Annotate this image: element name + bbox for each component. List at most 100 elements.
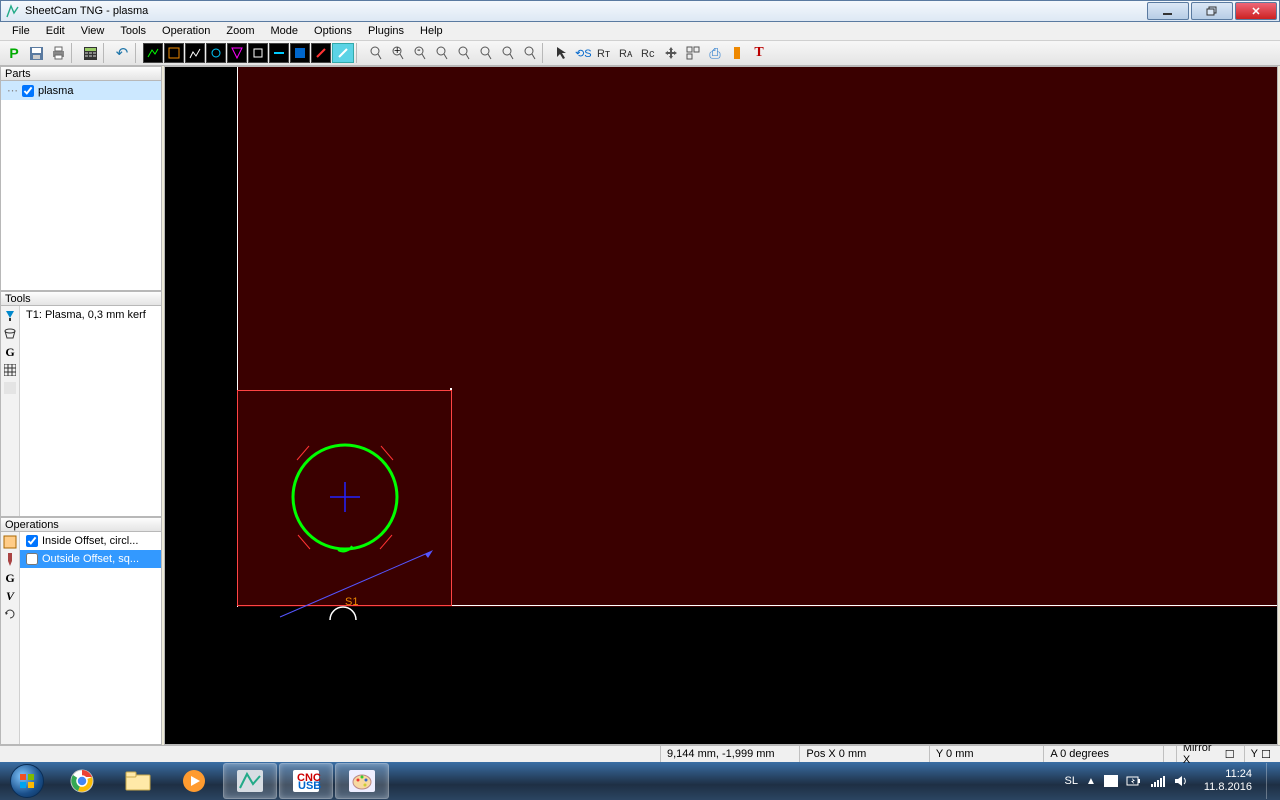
- status-mirrory[interactable]: Y☐: [1244, 746, 1280, 762]
- title-bar: SheetCam TNG - plasma ✕: [0, 0, 1280, 22]
- tool-button[interactable]: [726, 43, 748, 63]
- parts-panel: ⋯ plasma: [0, 81, 162, 291]
- select-pointer-button[interactable]: [550, 43, 572, 63]
- svg-text:Rc: Rc: [641, 48, 655, 60]
- task-explorer[interactable]: [111, 763, 165, 799]
- task-paint[interactable]: [335, 763, 389, 799]
- menu-edit[interactable]: Edit: [38, 23, 73, 39]
- view-mode-2-button[interactable]: [164, 43, 184, 63]
- view-mode-6-button[interactable]: [248, 43, 268, 63]
- view-mode-9-button[interactable]: [311, 43, 331, 63]
- tool-plasma-icon[interactable]: [2, 308, 18, 324]
- save-button[interactable]: [25, 43, 47, 63]
- measure-button[interactable]: ⎙: [704, 43, 726, 63]
- tool-grid-icon[interactable]: [2, 380, 18, 396]
- tray-network-icon[interactable]: [1150, 774, 1166, 788]
- op-variable-icon[interactable]: V: [2, 588, 18, 604]
- close-button[interactable]: ✕: [1235, 2, 1277, 20]
- app-icon: [5, 3, 21, 19]
- zoom-2-button[interactable]: +: [386, 43, 408, 63]
- tool-item[interactable]: T1: Plasma, 0,3 mm kerf: [20, 306, 161, 324]
- tray-time: 11:24: [1204, 768, 1252, 781]
- edit-start-button[interactable]: ⟲S: [572, 43, 594, 63]
- op-drill-icon[interactable]: [2, 552, 18, 568]
- parts-item-plasma[interactable]: ⋯ plasma: [1, 81, 161, 100]
- zoom-8-button[interactable]: [518, 43, 540, 63]
- tray-flag-icon[interactable]: [1104, 775, 1118, 787]
- svg-text:USB: USB: [298, 780, 321, 792]
- task-mediaplayer[interactable]: [167, 763, 221, 799]
- zoom-4-button[interactable]: [430, 43, 452, 63]
- drawing-canvas[interactable]: S1: [164, 66, 1278, 745]
- op-contour-icon[interactable]: [2, 534, 18, 550]
- menu-view[interactable]: View: [73, 23, 113, 39]
- calculator-button[interactable]: [79, 43, 101, 63]
- svg-text:+: +: [394, 46, 400, 57]
- tray-power-icon[interactable]: [1126, 775, 1142, 787]
- restore-button[interactable]: [1191, 2, 1233, 20]
- show-desktop-button[interactable]: [1266, 763, 1274, 799]
- undo-button[interactable]: ↶: [111, 43, 133, 63]
- toolbar-separator: [103, 43, 109, 63]
- op-gcode-icon[interactable]: G: [2, 570, 18, 586]
- menu-tools[interactable]: Tools: [112, 23, 154, 39]
- toolbar-separator: [135, 43, 141, 63]
- tray-show-hidden-icon[interactable]: ▲: [1086, 776, 1096, 787]
- tray-lang[interactable]: SL: [1065, 775, 1078, 787]
- menu-plugins[interactable]: Plugins: [360, 23, 412, 39]
- nest-button[interactable]: [682, 43, 704, 63]
- toolbar-separator: [542, 43, 548, 63]
- view-mode-5-button[interactable]: [227, 43, 247, 63]
- minimize-button[interactable]: [1147, 2, 1189, 20]
- tool-drill-icon[interactable]: [2, 326, 18, 342]
- start-button[interactable]: [0, 762, 54, 800]
- op-item-outside[interactable]: Outside Offset, sq...: [20, 550, 161, 568]
- vertex-marker: [450, 388, 452, 390]
- status-mirrorx[interactable]: Mirror X☐: [1176, 746, 1244, 762]
- post-button[interactable]: P: [3, 43, 25, 63]
- menu-file[interactable]: File: [4, 23, 38, 39]
- view-mode-1-button[interactable]: [143, 43, 163, 63]
- op-rotate-icon[interactable]: [2, 606, 18, 622]
- menu-options[interactable]: Options: [306, 23, 360, 39]
- view-mode-8-button[interactable]: [290, 43, 310, 63]
- status-angle: A 0 degrees: [1043, 746, 1162, 762]
- view-mode-4-button[interactable]: [206, 43, 226, 63]
- tool-gcode-icon[interactable]: G: [2, 344, 18, 360]
- view-mode-10-button[interactable]: [332, 43, 354, 63]
- op-item-inside[interactable]: Inside Offset, circl...: [20, 532, 161, 550]
- zoom-7-button[interactable]: [496, 43, 518, 63]
- parts-item-checkbox[interactable]: [22, 85, 34, 97]
- start-label: S1: [345, 596, 358, 608]
- zoom-5-button[interactable]: [452, 43, 474, 63]
- text-tool-button[interactable]: T: [748, 43, 770, 63]
- edit-rc-button[interactable]: Rc: [638, 43, 660, 63]
- menu-help[interactable]: Help: [412, 23, 451, 39]
- edit-ra-button[interactable]: Rᴀ: [616, 43, 638, 63]
- view-mode-3-button[interactable]: [185, 43, 205, 63]
- print-button[interactable]: [47, 43, 69, 63]
- status-posx: Pos X 0 mm: [799, 746, 928, 762]
- task-chrome[interactable]: [55, 763, 109, 799]
- zoom-1-button[interactable]: [364, 43, 386, 63]
- menu-operation[interactable]: Operation: [154, 23, 218, 39]
- status-posy: Y 0 mm: [929, 746, 1044, 762]
- tray-clock[interactable]: 11:24 11.8.2016: [1198, 768, 1258, 794]
- move-button[interactable]: [660, 43, 682, 63]
- task-sheetcam[interactable]: [223, 763, 277, 799]
- zoom-6-button[interactable]: [474, 43, 496, 63]
- menu-zoom[interactable]: Zoom: [218, 23, 262, 39]
- parts-item-label: plasma: [38, 85, 73, 97]
- svg-text:⟲S: ⟲S: [575, 48, 592, 60]
- menu-mode[interactable]: Mode: [262, 23, 306, 39]
- system-tray: SL ▲ 11:24 11.8.2016: [1059, 763, 1280, 799]
- task-cncusb[interactable]: CNCUSB: [279, 763, 333, 799]
- tray-volume-icon[interactable]: [1174, 774, 1190, 788]
- tool-table-icon[interactable]: [2, 362, 18, 378]
- op-item-checkbox[interactable]: [26, 553, 38, 565]
- ops-sidestrip: G V: [1, 532, 20, 744]
- zoom-3-button[interactable]: -: [408, 43, 430, 63]
- edit-rt-button[interactable]: Rт: [594, 43, 616, 63]
- op-item-checkbox[interactable]: [26, 535, 38, 547]
- view-mode-7-button[interactable]: [269, 43, 289, 63]
